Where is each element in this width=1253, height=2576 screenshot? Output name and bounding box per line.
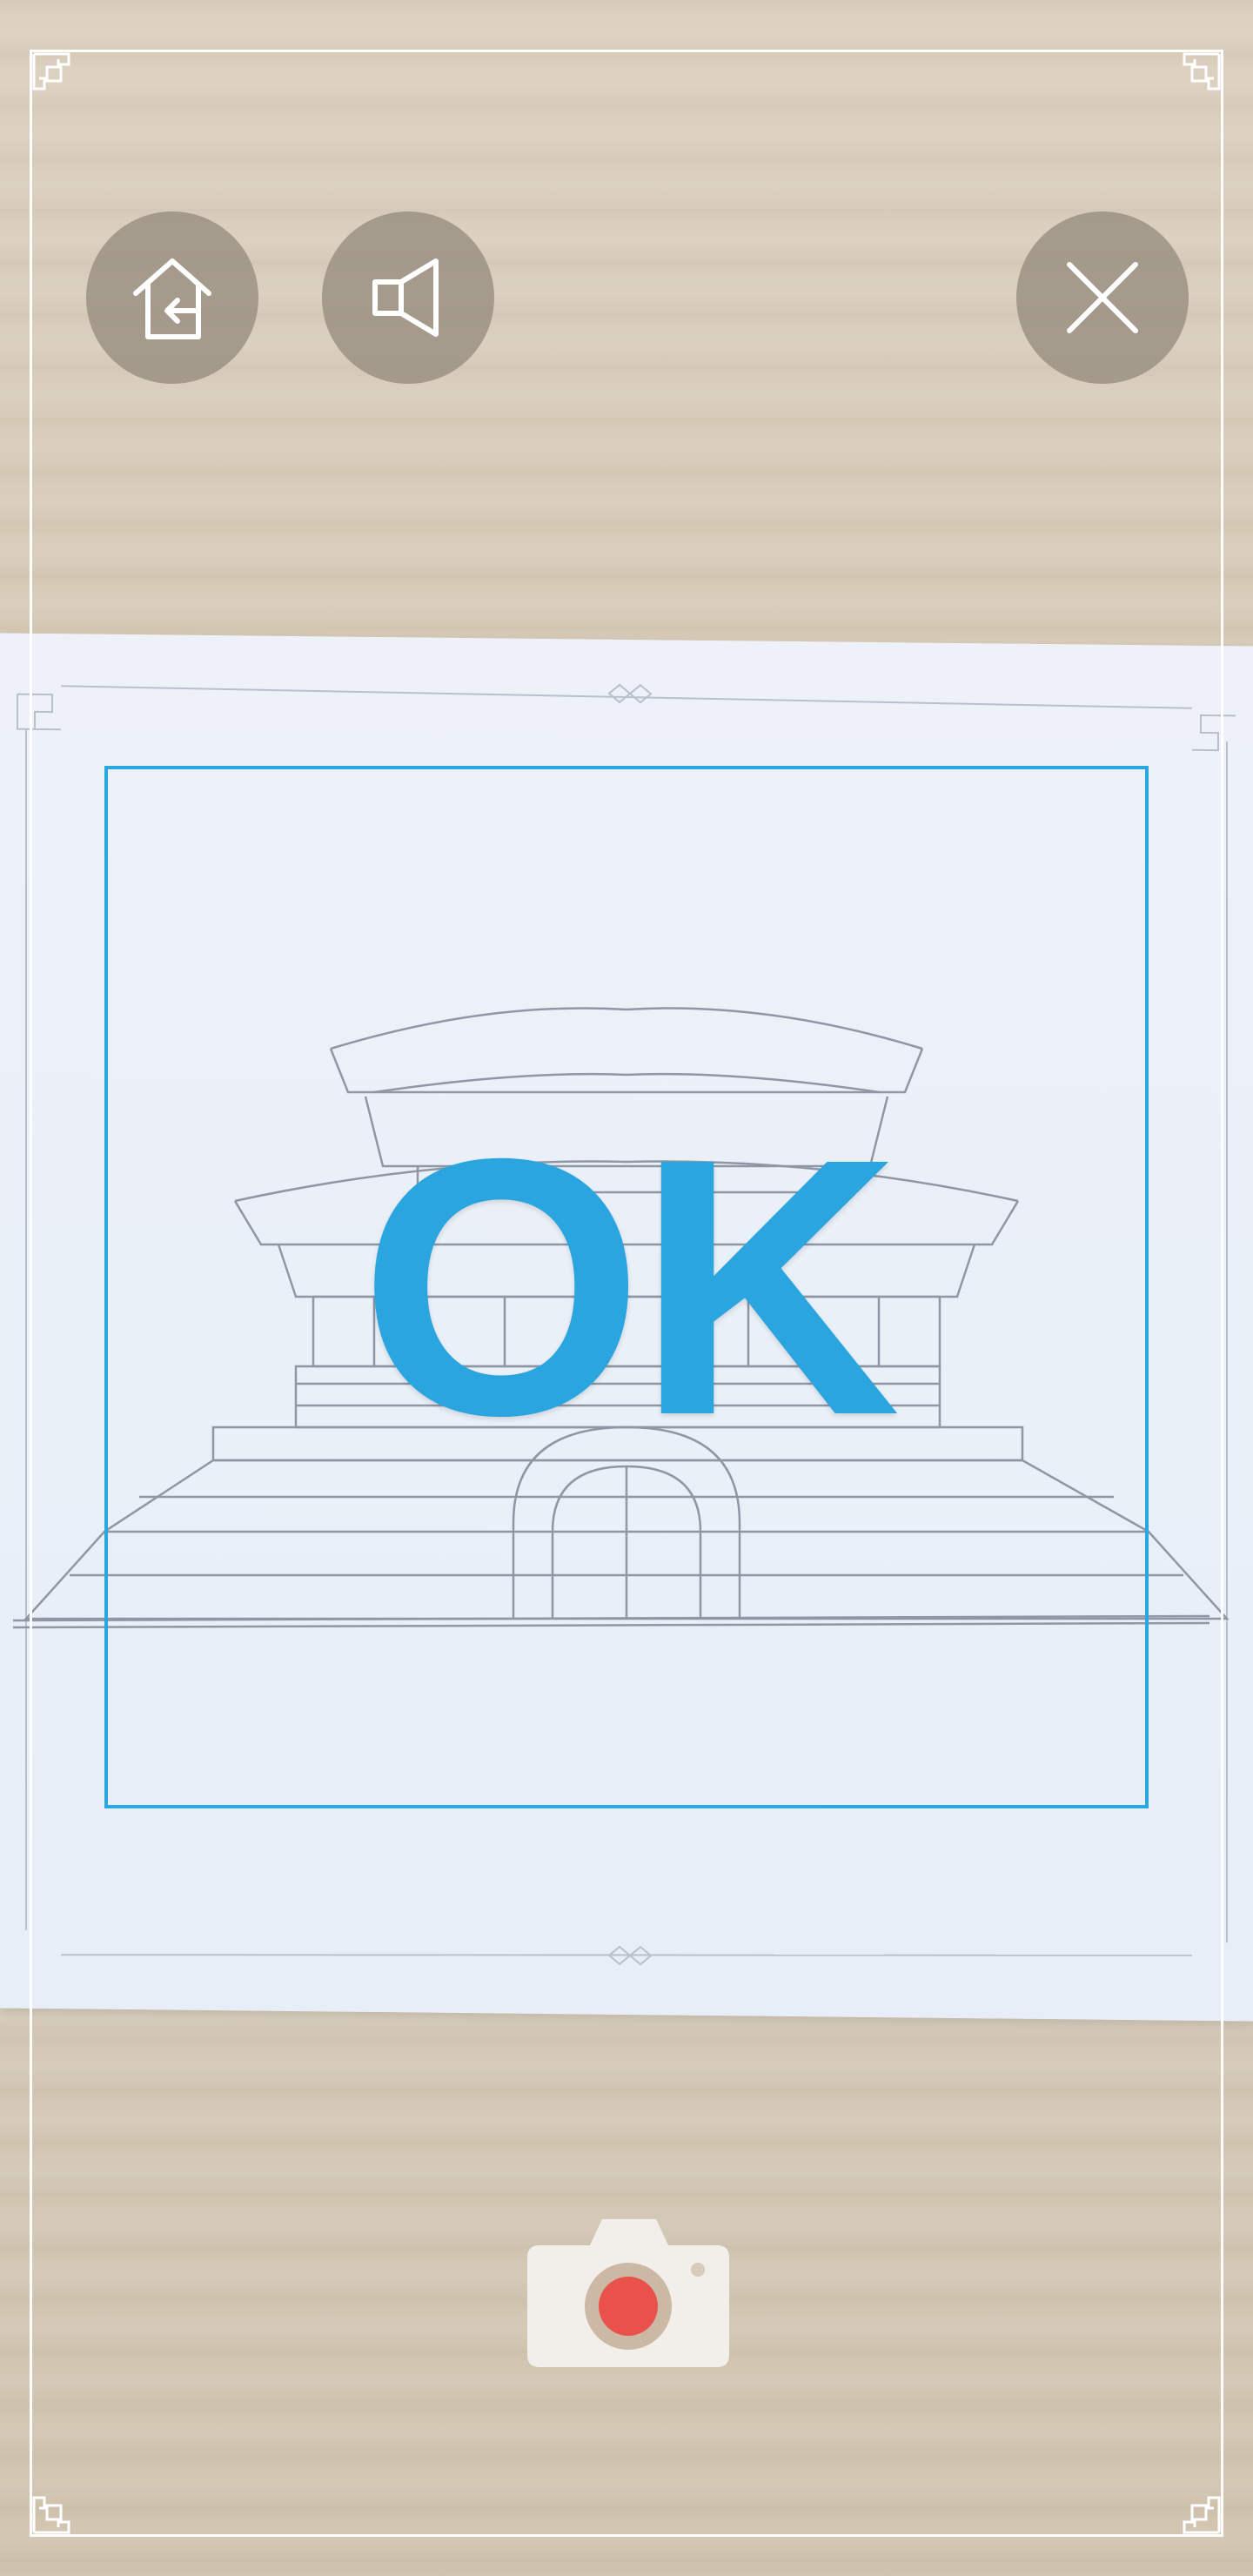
ar-camera-view: OK: [0, 0, 1253, 2576]
frame-corner-ornament: [30, 2476, 90, 2537]
viewfinder-border: [30, 50, 1223, 2537]
camera-icon: [527, 2219, 729, 2367]
frame-corner-ornament: [1163, 50, 1223, 111]
frame-corner-ornament: [1163, 2476, 1223, 2537]
capture-button[interactable]: [527, 2219, 729, 2367]
close-button[interactable]: [1016, 211, 1189, 384]
speaker-icon: [372, 258, 439, 337]
home-button[interactable]: [86, 211, 258, 384]
close-icon: [1067, 262, 1138, 333]
home-back-icon: [133, 258, 211, 339]
frame-corner-ornament: [30, 50, 90, 111]
sound-button[interactable]: [322, 211, 494, 384]
